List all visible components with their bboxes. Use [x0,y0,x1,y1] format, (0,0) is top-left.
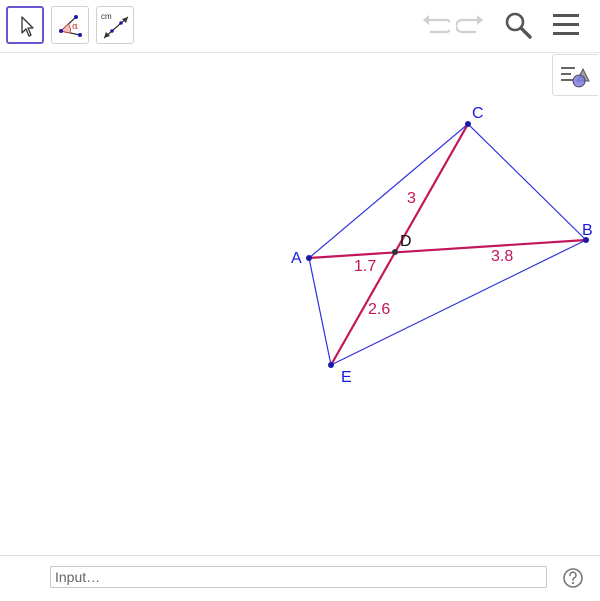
side-AC[interactable] [308,123,469,259]
redo-icon[interactable] [456,10,486,40]
angle-glyph: α [72,22,78,32]
algebra-input[interactable] [50,566,547,588]
segment-AB[interactable] [308,238,587,260]
geometry-canvas[interactable]: A B C D E 3 1.7 3.8 2.6 [0,53,600,555]
search-icon[interactable] [503,10,535,42]
point-D[interactable] [392,249,398,255]
menu-icon[interactable] [551,10,581,40]
label-C: C [472,105,484,122]
input-bar [0,555,600,601]
point-C[interactable] [465,121,471,127]
undo-icon[interactable] [420,10,450,40]
point-A[interactable] [306,255,312,261]
toolbar: α cm [0,0,600,53]
label-A: A [291,250,302,267]
side-EA[interactable] [308,257,332,366]
side-CB[interactable] [467,123,587,241]
length-label-DE: 2.6 [368,301,390,318]
cursor-arrow-icon [21,16,34,37]
point-E[interactable] [328,362,334,368]
length-label-AD: 1.7 [354,258,376,275]
length-label-CD: 3 [407,190,416,207]
distance-tool-button[interactable]: cm [96,6,134,44]
length-label-DB: 3.8 [491,248,513,265]
help-icon[interactable] [562,567,584,589]
move-tool-button[interactable] [6,6,44,44]
label-D: D [400,233,412,250]
distance-glyph: cm [101,12,112,21]
label-E: E [341,369,352,386]
angle-icon: α [59,15,82,37]
label-B: B [582,222,593,239]
graphics-view[interactable]: A B C D E 3 1.7 3.8 2.6 [0,53,600,555]
angle-tool-button[interactable]: α [51,6,89,44]
distance-icon: cm [101,12,129,39]
